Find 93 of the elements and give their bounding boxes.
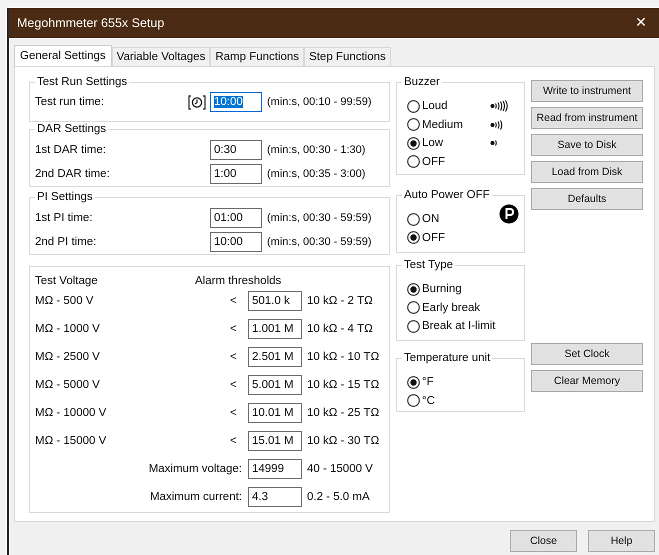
option-label[interactable]: ON bbox=[422, 213, 484, 226]
column-heading: Test Voltage bbox=[35, 275, 99, 287]
radio-button[interactable] bbox=[407, 394, 420, 408]
action-button[interactable]: Load from Disk bbox=[531, 161, 643, 183]
threshold-field[interactable]: 1.001 M bbox=[248, 319, 302, 339]
dialog-button[interactable]: Help bbox=[588, 530, 655, 552]
voltage-label: MΩ - 15000 V bbox=[35, 435, 108, 447]
option-label[interactable]: Early break bbox=[422, 302, 484, 314]
tab[interactable]: Ramp Functions bbox=[210, 47, 304, 66]
tab[interactable]: Variable Voltages bbox=[112, 47, 210, 66]
radio-button[interactable] bbox=[407, 301, 420, 314]
range-hint: 10 kΩ - 2 TΩ bbox=[307, 295, 373, 307]
time-field[interactable]: 01:00 bbox=[210, 208, 262, 228]
radio-button[interactable] bbox=[407, 212, 420, 226]
group-title: Test Type bbox=[402, 259, 456, 272]
radio-button[interactable] bbox=[407, 376, 420, 389]
threshold-field[interactable]: 5.001 M bbox=[248, 375, 302, 395]
range-hint: (min:s, 00:30 - 59:59) bbox=[267, 236, 372, 248]
action-button[interactable]: Write to instrument bbox=[531, 80, 643, 102]
option-label[interactable]: Low bbox=[422, 137, 484, 150]
range-hint: 10 kΩ - 10 TΩ bbox=[307, 351, 380, 363]
action-button[interactable]: Read from instrument bbox=[531, 107, 643, 129]
range-hint: 10 kΩ - 15 TΩ bbox=[307, 379, 380, 391]
option-label[interactable]: Loud bbox=[422, 100, 484, 112]
action-button[interactable]: Defaults bbox=[531, 188, 643, 210]
option-label[interactable]: Break at I-limit bbox=[422, 320, 496, 332]
limit-field[interactable]: 4.3 bbox=[248, 487, 302, 507]
range-hint: (min:s, 00:30 - 1:30) bbox=[267, 144, 366, 156]
less-than-sign: < bbox=[230, 323, 238, 335]
threshold-field[interactable]: 10.01 M bbox=[248, 403, 302, 423]
dialog-button[interactable]: Close bbox=[510, 530, 577, 552]
time-field[interactable]: 1:00 bbox=[210, 164, 262, 184]
range-hint: 10 kΩ - 30 TΩ bbox=[307, 435, 380, 447]
voltage-label: MΩ - 10000 V bbox=[35, 407, 108, 419]
group-title: PI Settings bbox=[35, 191, 95, 204]
radio-button[interactable] bbox=[407, 155, 420, 168]
threshold-field[interactable]: 2.501 M bbox=[248, 347, 302, 367]
less-than-sign: < bbox=[230, 407, 238, 419]
less-than-sign: < bbox=[230, 351, 238, 363]
less-than-sign: < bbox=[230, 435, 238, 447]
less-than-sign: < bbox=[230, 295, 238, 307]
less-than-sign: < bbox=[230, 379, 238, 391]
action-button[interactable]: Set Clock bbox=[531, 343, 643, 365]
action-button[interactable]: Clear Memory bbox=[531, 370, 643, 392]
time-field[interactable]: 0:30 bbox=[210, 140, 262, 160]
option-label[interactable]: Burning bbox=[422, 283, 484, 296]
sound-waves-icon bbox=[490, 118, 504, 131]
voltage-label: MΩ - 2500 V bbox=[35, 351, 101, 363]
range-hint: 10 kΩ - 4 TΩ bbox=[307, 323, 373, 335]
window-title: Megohmmeter 655x Setup bbox=[17, 16, 164, 30]
radio-button[interactable] bbox=[407, 282, 420, 296]
voltage-label: MΩ - 500 V bbox=[35, 295, 94, 307]
group-title: Test Run Settings bbox=[35, 76, 130, 89]
field-label: 1st DAR time: bbox=[35, 144, 107, 156]
group-title: DAR Settings bbox=[35, 123, 108, 136]
option-label[interactable]: °F bbox=[422, 376, 484, 388]
radio-button[interactable] bbox=[407, 100, 420, 113]
column-heading: Alarm thresholds bbox=[195, 275, 282, 287]
field-label: Maximum voltage: bbox=[148, 463, 243, 475]
tab[interactable]: Step Functions bbox=[304, 47, 391, 66]
option-label[interactable]: °C bbox=[422, 394, 484, 407]
radio-button[interactable] bbox=[407, 136, 420, 150]
range-hint: 40 - 15000 V bbox=[307, 463, 373, 475]
power-icon bbox=[499, 204, 519, 224]
time-field[interactable]: 10:00 bbox=[210, 232, 262, 252]
radio-button[interactable] bbox=[407, 118, 420, 132]
time-field[interactable]: 10:00 bbox=[210, 92, 262, 112]
range-hint: (min:s, 00:10 - 99:59) bbox=[267, 96, 372, 108]
timer-icon bbox=[188, 94, 206, 110]
range-hint: 10 kΩ - 25 TΩ bbox=[307, 407, 380, 419]
tab[interactable]: General Settings bbox=[14, 45, 112, 66]
voltage-label: MΩ - 1000 V bbox=[35, 323, 101, 335]
option-label[interactable]: OFF bbox=[422, 156, 484, 168]
sound-waves-icon bbox=[490, 100, 509, 112]
field-label: 1st PI time: bbox=[35, 212, 94, 224]
limit-field[interactable]: 14999 bbox=[248, 459, 302, 479]
option-label[interactable]: OFF bbox=[422, 232, 484, 244]
field-label: Test run time: bbox=[35, 96, 106, 108]
action-button[interactable]: Save to Disk bbox=[531, 134, 643, 156]
field-label: Maximum current: bbox=[148, 491, 243, 503]
option-label[interactable]: Medium bbox=[422, 118, 484, 131]
radio-button[interactable] bbox=[407, 320, 420, 333]
field-label: 2nd DAR time: bbox=[35, 168, 111, 180]
group-title: Temperature unit bbox=[402, 352, 492, 365]
range-hint: (min:s, 00:30 - 59:59) bbox=[267, 212, 372, 224]
threshold-field[interactable]: 15.01 M bbox=[248, 431, 302, 451]
radio-button[interactable] bbox=[407, 231, 420, 244]
range-hint: 0.2 - 5.0 mA bbox=[307, 491, 370, 503]
close-button[interactable]: ✕ bbox=[623, 8, 659, 38]
range-hint: (min:s, 00:35 - 3:00) bbox=[267, 168, 366, 180]
field-label: 2nd PI time: bbox=[35, 236, 98, 248]
voltage-label: MΩ - 5000 V bbox=[35, 379, 101, 391]
threshold-field[interactable]: 501.0 k bbox=[248, 291, 302, 311]
